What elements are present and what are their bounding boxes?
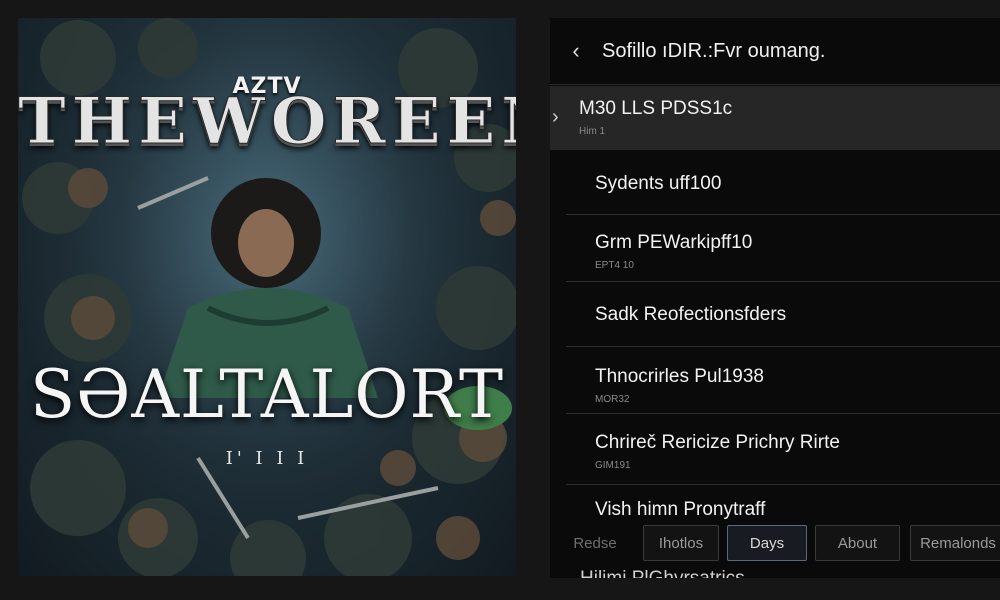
list-item-title: Thnocrirles Pul1938 (595, 366, 764, 387)
list-item-title: Vish himn Pronytraff (595, 499, 766, 520)
episode-list: › M30 LLS PDSS1c Him 1 Sydents uff100 Gr… (550, 86, 1000, 525)
poster-subtitle: SƏALTALORT (30, 356, 504, 433)
filter-bar: Redse Ihotlos Days About Remalonds (550, 522, 1000, 564)
list-item[interactable]: Sadk Reofectionsfders (566, 282, 1000, 347)
list-item[interactable]: › M30 LLS PDSS1c Him 1 (550, 86, 1000, 150)
list-item-partial: Hilimi PlGhvrsatrics (580, 568, 745, 578)
list-item-title: Sadk Reofectionsfders (595, 304, 787, 325)
list-item[interactable]: Vish himn Pronytraff (566, 485, 1000, 525)
list-item[interactable]: Thnocrirles Pul1938 MOR32 (566, 347, 1000, 414)
filter-redse[interactable]: Redse (554, 525, 636, 561)
list-item-meta: Him 1 (579, 126, 606, 137)
list-item-title: Chrireč Rericize Prichry Rirte (595, 432, 840, 453)
list-item[interactable]: Chrireč Rericize Prichry Rirte GIM191 (566, 414, 1000, 485)
chevron-right-icon: › (552, 106, 559, 128)
panel-title: Sofillo ıDIR.:Fvr oumang. (602, 39, 826, 62)
poster-title: THEWOREEM (18, 84, 516, 160)
list-item-title: Sydents uff100 (595, 173, 722, 194)
filter-days[interactable]: Days (727, 525, 807, 561)
list-item-meta: EPT4 10 (595, 260, 634, 271)
filter-remalonds[interactable]: Remalonds (910, 525, 1000, 561)
filter-about[interactable]: About (815, 525, 900, 561)
list-item-title: M30 LLS PDSS1c (579, 98, 733, 119)
back-button[interactable]: ‹ (550, 38, 602, 64)
list-item-meta: MOR32 (595, 394, 630, 405)
filter-ihotlos[interactable]: Ihotlos (643, 525, 719, 561)
poster-tagline: I' I I I (225, 448, 309, 469)
list-item-meta: GIM191 (595, 460, 631, 471)
panel-header: ‹ Sofillo ıDIR.:Fvr oumang. (550, 18, 1000, 85)
list-item-title: Grm PEWarkipff10 (595, 232, 753, 253)
chevron-left-icon: ‹ (572, 38, 580, 63)
list-item[interactable]: Grm PEWarkipff10 EPT4 10 (566, 215, 1000, 282)
poster-image: AZTV THEWOREEM SƏALTALORT I' I I I (18, 18, 516, 576)
detail-panel: ‹ Sofillo ıDIR.:Fvr oumang. › M30 LLS PD… (550, 18, 1000, 578)
list-item[interactable]: Sydents uff100 (566, 150, 1000, 215)
